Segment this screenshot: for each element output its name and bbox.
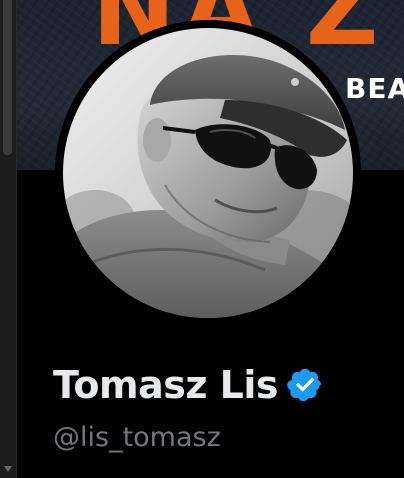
name-row: Tomasz Lis xyxy=(53,360,324,410)
scrollbar-thumb[interactable] xyxy=(3,0,12,155)
profile-page: NA Z BEA xyxy=(0,0,404,478)
banner-subline: BEA xyxy=(345,72,404,105)
profile-info: Tomasz Lis @lis_tomasz xyxy=(53,360,324,453)
scrollbar[interactable] xyxy=(0,0,17,478)
avatar-photo xyxy=(55,20,361,326)
avatar[interactable] xyxy=(55,20,361,326)
scroll-down-arrow-icon[interactable] xyxy=(4,466,12,472)
display-name: Tomasz Lis xyxy=(53,363,279,407)
user-handle: @lis_tomasz xyxy=(53,422,221,453)
verified-badge-icon[interactable] xyxy=(286,366,324,404)
